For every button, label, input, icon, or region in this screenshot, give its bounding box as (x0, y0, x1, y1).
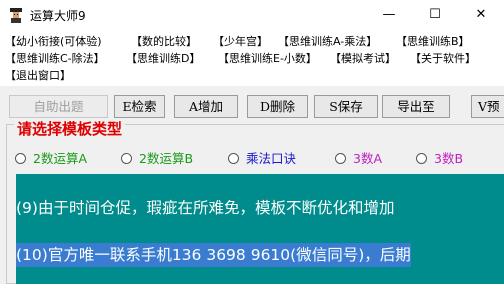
info-line-10: (10)官方唯一联系手机136 3698 9610(微信同号)，后期 (16, 243, 411, 267)
menu-item-thinking-c[interactable]: 【思维训练C-除法】 (5, 51, 105, 67)
menu-item-exit[interactable]: 【退出窗口】 (5, 68, 71, 84)
info-text-area[interactable]: (9)由于时间仓促，瑕疵在所难免，模板不断优化和增加 (10)官方唯一联系手机1… (16, 174, 504, 284)
radio-two-number-b[interactable]: 2数运算B (121, 151, 193, 167)
radio-label: 2数运算B (139, 151, 194, 166)
menu-item-about[interactable]: 【关于软件】 (410, 51, 476, 67)
app-logo-icon (10, 8, 22, 23)
window-title: 运算大师9 (30, 9, 86, 23)
radio-circle-icon (15, 153, 26, 164)
radio-three-number-a[interactable]: 3数A (335, 151, 382, 167)
export-button[interactable]: 导出至 (382, 95, 450, 118)
search-button[interactable]: E检索 (114, 95, 165, 118)
info-line-9: (9)由于时间仓促，瑕疵在所难免，模板不断优化和增加 (16, 199, 395, 217)
menu-item-number-compare[interactable]: 【数的比较】 (131, 34, 197, 50)
save-button[interactable]: S保存 (314, 95, 378, 118)
menu-item-youth-palace[interactable]: 【少年宫】 (213, 34, 268, 50)
title-bar: 运算大师9 — ☐ ✕ (0, 0, 504, 30)
menu-item-kindergarten[interactable]: 【幼小衔接(可体验) (5, 34, 102, 50)
radio-multiplication-table[interactable]: 乘法口诀 (228, 151, 296, 167)
preview-button[interactable]: V预 (471, 95, 504, 118)
menu-item-thinking-b[interactable]: 【思维训练B】 (396, 34, 470, 50)
auto-generate-button[interactable]: 自助出题 (9, 95, 108, 118)
maximize-button[interactable]: ☐ (412, 0, 458, 30)
close-button[interactable]: ✕ (458, 0, 504, 30)
menu-item-thinking-e[interactable]: 【思维训练E-小数】 (218, 51, 317, 67)
menu-item-thinking-a[interactable]: 【思维训练A-乘法】 (278, 34, 377, 50)
radio-circle-icon (335, 153, 346, 164)
toolbar: 自助出题 E检索 A增加 D删除 S保存 导出至 V预 (0, 90, 504, 120)
radio-circle-icon (228, 153, 239, 164)
radio-three-number-b[interactable]: 3数B (416, 151, 463, 167)
delete-button[interactable]: D删除 (247, 95, 308, 118)
add-button[interactable]: A增加 (174, 95, 238, 118)
radio-label: 乘法口诀 (246, 151, 297, 166)
template-type-title: 请选择模板类型 (14, 119, 126, 139)
radio-circle-icon (416, 153, 427, 164)
menu-bar: 【幼小衔接(可体验) 【数的比较】 【少年宫】 【思维训练A-乘法】 【思维训练… (0, 30, 504, 86)
menu-item-thinking-d[interactable]: 【思维训练D】 (126, 51, 200, 67)
minimize-button[interactable]: — (366, 0, 412, 30)
radio-label: 3数A (353, 151, 383, 166)
radio-circle-icon (121, 153, 132, 164)
radio-two-number-a[interactable]: 2数运算A (15, 151, 87, 167)
radio-label: 3数B (434, 151, 464, 166)
menu-item-mock-exam[interactable]: 【模拟考试】 (330, 51, 396, 67)
radio-label: 2数运算A (33, 151, 88, 166)
